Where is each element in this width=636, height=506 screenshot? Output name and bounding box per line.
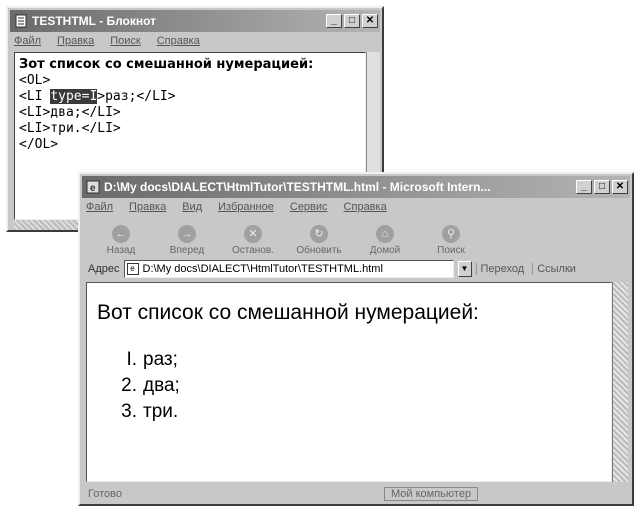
home-button[interactable]: ⌂ Домой xyxy=(354,225,416,256)
close-button[interactable]: ✕ xyxy=(612,180,628,194)
back-button[interactable]: ← Назад xyxy=(90,225,152,256)
text-line: <LI>три.</LI> xyxy=(19,121,121,136)
notepad-app-icon xyxy=(15,14,27,28)
status-bar: Готово Мой компьютер xyxy=(84,486,628,502)
menu-help[interactable]: Справка xyxy=(344,201,387,213)
notepad-menubar: Файл Правка Поиск Справка xyxy=(10,32,380,50)
go-button[interactable]: Переход xyxy=(475,263,529,275)
menu-file[interactable]: Файл xyxy=(14,35,41,47)
list-text: три. xyxy=(143,401,179,422)
text-fragment: >раз;</LI> xyxy=(97,89,176,104)
menu-file[interactable]: Файл xyxy=(86,201,113,213)
text-line: <LI>два;</LI> xyxy=(19,105,121,120)
notepad-titlebar[interactable]: TESTHTML - Блокнот _ □ ✕ xyxy=(10,10,380,32)
refresh-icon: ↻ xyxy=(310,225,328,243)
ordered-list: I. раз; 2. два; 3. три. xyxy=(97,347,611,425)
maximize-button[interactable]: □ xyxy=(344,14,360,28)
text-line: <LI type=I>раз;</LI> xyxy=(19,89,361,105)
page-heading: Вот список со смешанной нумерацией: xyxy=(97,301,479,324)
list-item: 2. два; xyxy=(121,373,611,399)
status-text: Готово xyxy=(88,488,122,500)
stop-button[interactable]: ✕ Останов. xyxy=(222,225,284,256)
browser-titlebar[interactable]: e D:\My docs\DIALECT\HtmlTutor\TESTHTML.… xyxy=(82,176,630,198)
search-button[interactable]: ⚲ Поиск xyxy=(420,225,482,256)
list-text: два; xyxy=(143,375,180,396)
menu-search[interactable]: Поиск xyxy=(110,35,140,47)
close-button[interactable]: ✕ xyxy=(362,14,378,28)
list-number: I. xyxy=(126,349,137,370)
menu-edit[interactable]: Правка xyxy=(129,201,166,213)
forward-arrow-icon: → xyxy=(178,225,196,243)
forward-button[interactable]: → Вперед xyxy=(156,225,218,256)
browser-title: D:\My docs\DIALECT\HtmlTutor\TESTHTML.ht… xyxy=(104,180,491,194)
refresh-label: Обновить xyxy=(296,245,342,256)
list-number: 3. xyxy=(121,401,137,422)
browser-toolbar: ← Назад → Вперед ✕ Останов. ↻ Обновить ⌂ Домо… xyxy=(84,216,628,256)
list-item: I. раз; xyxy=(121,347,611,373)
page-icon: e xyxy=(126,263,139,275)
menu-view[interactable]: Вид xyxy=(182,201,202,213)
minimize-button[interactable]: _ xyxy=(326,14,342,28)
svg-text:e: e xyxy=(90,183,96,194)
page-content: Вот список со смешанной нумерацией: I. ра… xyxy=(86,282,612,482)
stop-label: Останов. xyxy=(232,245,274,256)
browser-vertical-scrollbar[interactable] xyxy=(612,282,628,482)
text-line: <OL> xyxy=(19,73,51,88)
address-label: Адрес xyxy=(88,263,120,275)
back-arrow-icon: ← xyxy=(112,225,130,243)
minimize-button[interactable]: _ xyxy=(576,180,592,194)
menu-help[interactable]: Справка xyxy=(157,35,200,47)
browser-window: e D:\My docs\DIALECT\HtmlTutor\TESTHTML.… xyxy=(78,172,634,506)
search-icon: ⚲ xyxy=(442,225,460,243)
links-button[interactable]: Ссылки xyxy=(532,263,580,275)
list-text: раз; xyxy=(143,349,178,370)
menu-edit[interactable]: Правка xyxy=(57,35,94,47)
home-label: Домой xyxy=(369,245,401,256)
status-zone: Мой компьютер xyxy=(384,487,479,501)
list-item: 3. три. xyxy=(121,399,611,425)
address-input[interactable]: e D:\My docs\DIALECT\HtmlTutor\TESTHTML.h… xyxy=(123,260,454,278)
address-bar: Адрес e D:\My docs\DIALECT\HtmlTutor\TEST… xyxy=(84,258,628,280)
home-icon: ⌂ xyxy=(376,225,394,243)
list-number: 2. xyxy=(121,375,137,396)
browser-menubar: Файл Правка Вид Избранное Сервис Справка xyxy=(82,198,630,216)
forward-label: Вперед xyxy=(169,245,205,256)
notepad-title: TESTHTML - Блокнот xyxy=(32,14,157,28)
menu-favorites[interactable]: Избранное xyxy=(218,201,274,213)
menu-tools[interactable]: Сервис xyxy=(290,201,328,213)
text-fragment: <LI xyxy=(19,89,51,104)
text-line: Зот список со смешанной нумерацией: xyxy=(19,57,314,72)
address-dropdown-button[interactable]: ▼ xyxy=(457,261,472,277)
maximize-button[interactable]: □ xyxy=(594,180,610,194)
back-label: Назад xyxy=(106,245,136,256)
search-label: Поиск xyxy=(437,245,465,256)
text-selection: type=I xyxy=(50,89,98,104)
stop-icon: ✕ xyxy=(244,225,262,243)
ie-app-icon: e xyxy=(86,180,100,194)
address-value: D:\My docs\DIALECT\HtmlTutor\TESTHTML.ht… xyxy=(142,263,383,275)
refresh-button[interactable]: ↻ Обновить xyxy=(288,225,350,256)
text-line: </OL> xyxy=(19,137,59,152)
